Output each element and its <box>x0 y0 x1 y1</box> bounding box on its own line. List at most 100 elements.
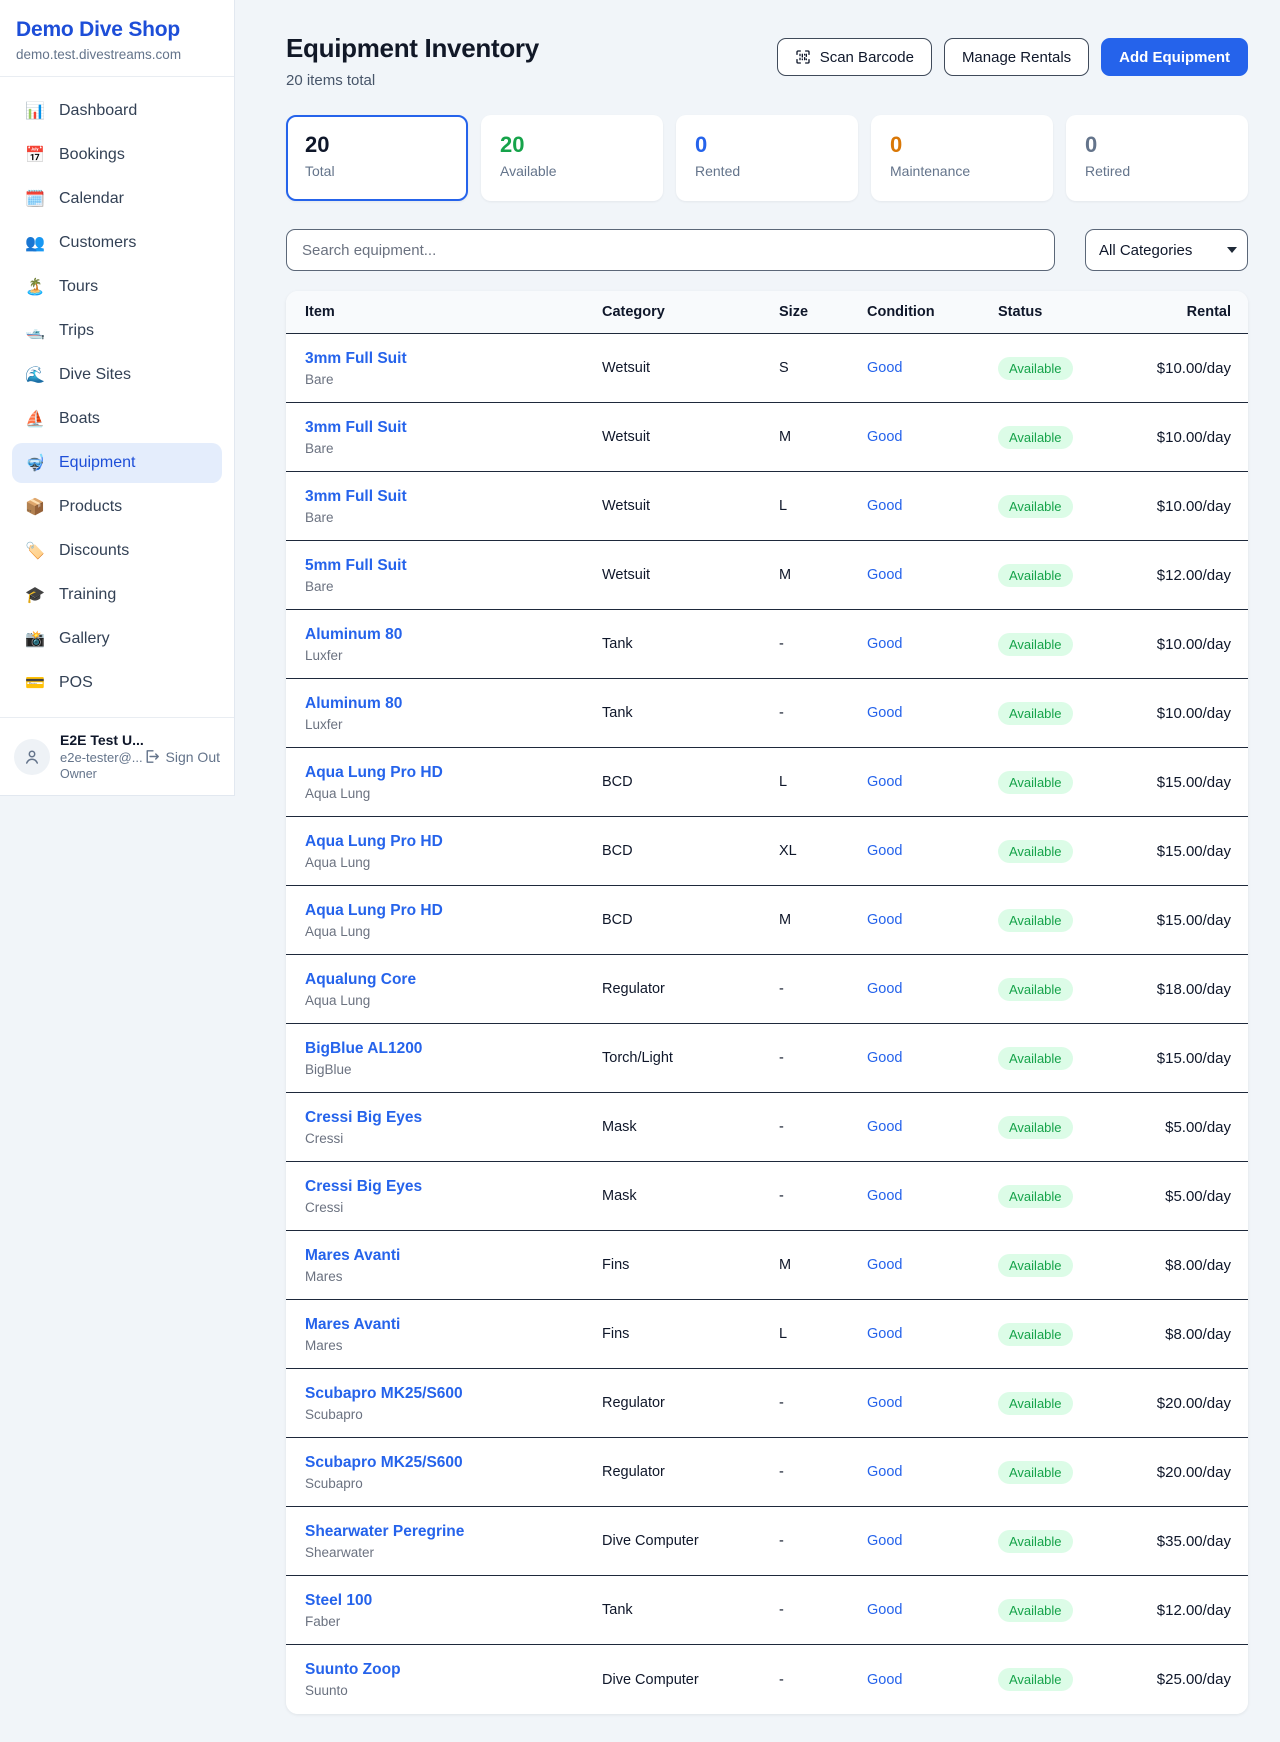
table-row: Aluminum 80 Luxfer Tank - Good Available… <box>286 610 1248 679</box>
stat-card[interactable]: 20 Available <box>481 115 663 201</box>
sidebar-nav: 📊 Dashboard 📅 Bookings 🗓️ Calendar 👥 Cus… <box>0 77 234 717</box>
sidebar-item-products[interactable]: 📦 Products <box>12 487 222 527</box>
condition-link[interactable]: Good <box>867 1188 902 1204</box>
sidebar-item-pos[interactable]: 💳 POS <box>12 663 222 703</box>
item-cell: Shearwater Peregrine Shearwater <box>286 1523 583 1560</box>
condition-link[interactable]: Good <box>867 1464 902 1480</box>
item-name-link[interactable]: Suunto Zoop <box>305 1661 583 1679</box>
sailboat-icon: ⛵ <box>24 409 46 429</box>
item-cell: Suunto Zoop Suunto <box>286 1661 583 1698</box>
calendar-date-icon: 📅 <box>24 145 46 165</box>
spiral-calendar-icon: 🗓️ <box>24 189 46 209</box>
sidebar-item-boats[interactable]: ⛵ Boats <box>12 399 222 439</box>
sidebar-item-tours[interactable]: 🏝️ Tours <box>12 267 222 307</box>
people-icon: 👥 <box>24 233 46 253</box>
stat-card[interactable]: 0 Rented <box>676 115 858 201</box>
condition-link[interactable]: Good <box>867 498 902 514</box>
item-name-link[interactable]: Mares Avanti <box>305 1247 583 1265</box>
sidebar-item-dashboard[interactable]: 📊 Dashboard <box>12 91 222 131</box>
condition-link[interactable]: Good <box>867 1050 902 1066</box>
sidebar-item-discounts[interactable]: 🏷️ Discounts <box>12 531 222 571</box>
condition-cell: Good <box>848 981 979 997</box>
item-name-link[interactable]: Aqualung Core <box>305 971 583 989</box>
condition-link[interactable]: Good <box>867 1326 902 1342</box>
condition-link[interactable]: Good <box>867 1257 902 1273</box>
manage-rentals-button[interactable]: Manage Rentals <box>944 38 1089 76</box>
item-name-link[interactable]: Aluminum 80 <box>305 695 583 713</box>
sidebar-item-bookings[interactable]: 📅 Bookings <box>12 135 222 175</box>
condition-link[interactable]: Good <box>867 981 902 997</box>
status-badge: Available <box>998 495 1073 518</box>
condition-link[interactable]: Good <box>867 636 902 652</box>
item-name-link[interactable]: Shearwater Peregrine <box>305 1523 583 1541</box>
sidebar-item-calendar[interactable]: 🗓️ Calendar <box>12 179 222 219</box>
status-cell: Available <box>979 426 1124 449</box>
table-row: Suunto Zoop Suunto Dive Computer - Good … <box>286 1645 1248 1714</box>
condition-link[interactable]: Good <box>867 843 902 859</box>
sidebar-item-label: Trips <box>59 322 94 340</box>
item-name-link[interactable]: Steel 100 <box>305 1592 583 1610</box>
status-cell: Available <box>979 702 1124 725</box>
condition-link[interactable]: Good <box>867 774 902 790</box>
stat-card[interactable]: 0 Maintenance <box>871 115 1053 201</box>
island-icon: 🏝️ <box>24 277 46 297</box>
item-name-link[interactable]: Scubapro MK25/S600 <box>305 1385 583 1403</box>
category-cell: Tank <box>583 1602 760 1618</box>
manage-rentals-label: Manage Rentals <box>962 49 1071 66</box>
sidebar-item-dive-sites[interactable]: 🌊 Dive Sites <box>12 355 222 395</box>
sidebar-item-gallery[interactable]: 📸 Gallery <box>12 619 222 659</box>
category-select[interactable]: All Categories <box>1085 229 1248 271</box>
sidebar-item-label: POS <box>59 674 93 692</box>
condition-link[interactable]: Good <box>867 1119 902 1135</box>
status-cell: Available <box>979 1530 1124 1553</box>
condition-link[interactable]: Good <box>867 1395 902 1411</box>
item-name-link[interactable]: Cressi Big Eyes <box>305 1178 583 1196</box>
item-name-link[interactable]: Aqua Lung Pro HD <box>305 833 583 851</box>
condition-link[interactable]: Good <box>867 1533 902 1549</box>
item-cell: 3mm Full Suit Bare <box>286 419 583 456</box>
size-cell: - <box>760 1672 848 1688</box>
add-equipment-button[interactable]: Add Equipment <box>1101 38 1248 76</box>
condition-link[interactable]: Good <box>867 567 902 583</box>
stat-card[interactable]: 0 Retired <box>1066 115 1248 201</box>
item-name-link[interactable]: Aqua Lung Pro HD <box>305 764 583 782</box>
item-name-link[interactable]: Aqua Lung Pro HD <box>305 902 583 920</box>
item-name-link[interactable]: 3mm Full Suit <box>305 350 583 368</box>
sign-out-button[interactable]: Sign Out <box>143 748 220 765</box>
item-brand: Mares <box>305 1269 583 1284</box>
status-cell: Available <box>979 495 1124 518</box>
sidebar-item-customers[interactable]: 👥 Customers <box>12 223 222 263</box>
item-name-link[interactable]: Cressi Big Eyes <box>305 1109 583 1127</box>
scan-barcode-button[interactable]: Scan Barcode <box>777 38 932 76</box>
item-brand: Scubapro <box>305 1407 583 1422</box>
condition-link[interactable]: Good <box>867 912 902 928</box>
status-cell: Available <box>979 840 1124 863</box>
diving-mask-icon: 🤿 <box>24 453 46 473</box>
item-name-link[interactable]: 5mm Full Suit <box>305 557 583 575</box>
condition-link[interactable]: Good <box>867 429 902 445</box>
column-header-status: Status <box>979 304 1124 320</box>
status-cell: Available <box>979 564 1124 587</box>
item-name-link[interactable]: 3mm Full Suit <box>305 488 583 506</box>
size-cell: XL <box>760 843 848 859</box>
brand-name[interactable]: Demo Dive Shop <box>16 18 218 42</box>
condition-link[interactable]: Good <box>867 1672 902 1688</box>
condition-link[interactable]: Good <box>867 1602 902 1618</box>
item-name-link[interactable]: 3mm Full Suit <box>305 419 583 437</box>
status-cell: Available <box>979 771 1124 794</box>
item-name-link[interactable]: BigBlue AL1200 <box>305 1040 583 1058</box>
condition-link[interactable]: Good <box>867 360 902 376</box>
item-name-link[interactable]: Mares Avanti <box>305 1316 583 1334</box>
item-name-link[interactable]: Aluminum 80 <box>305 626 583 644</box>
sidebar-item-equipment[interactable]: 🤿 Equipment <box>12 443 222 483</box>
stat-card[interactable]: 20 Total <box>286 115 468 201</box>
item-name-link[interactable]: Scubapro MK25/S600 <box>305 1454 583 1472</box>
condition-cell: Good <box>848 636 979 652</box>
sidebar-item-training[interactable]: 🎓 Training <box>12 575 222 615</box>
search-input[interactable] <box>286 229 1055 271</box>
category-cell: Mask <box>583 1188 760 1204</box>
sidebar-item-trips[interactable]: 🛥️ Trips <box>12 311 222 351</box>
condition-link[interactable]: Good <box>867 705 902 721</box>
condition-cell: Good <box>848 1119 979 1135</box>
size-cell: - <box>760 1533 848 1549</box>
